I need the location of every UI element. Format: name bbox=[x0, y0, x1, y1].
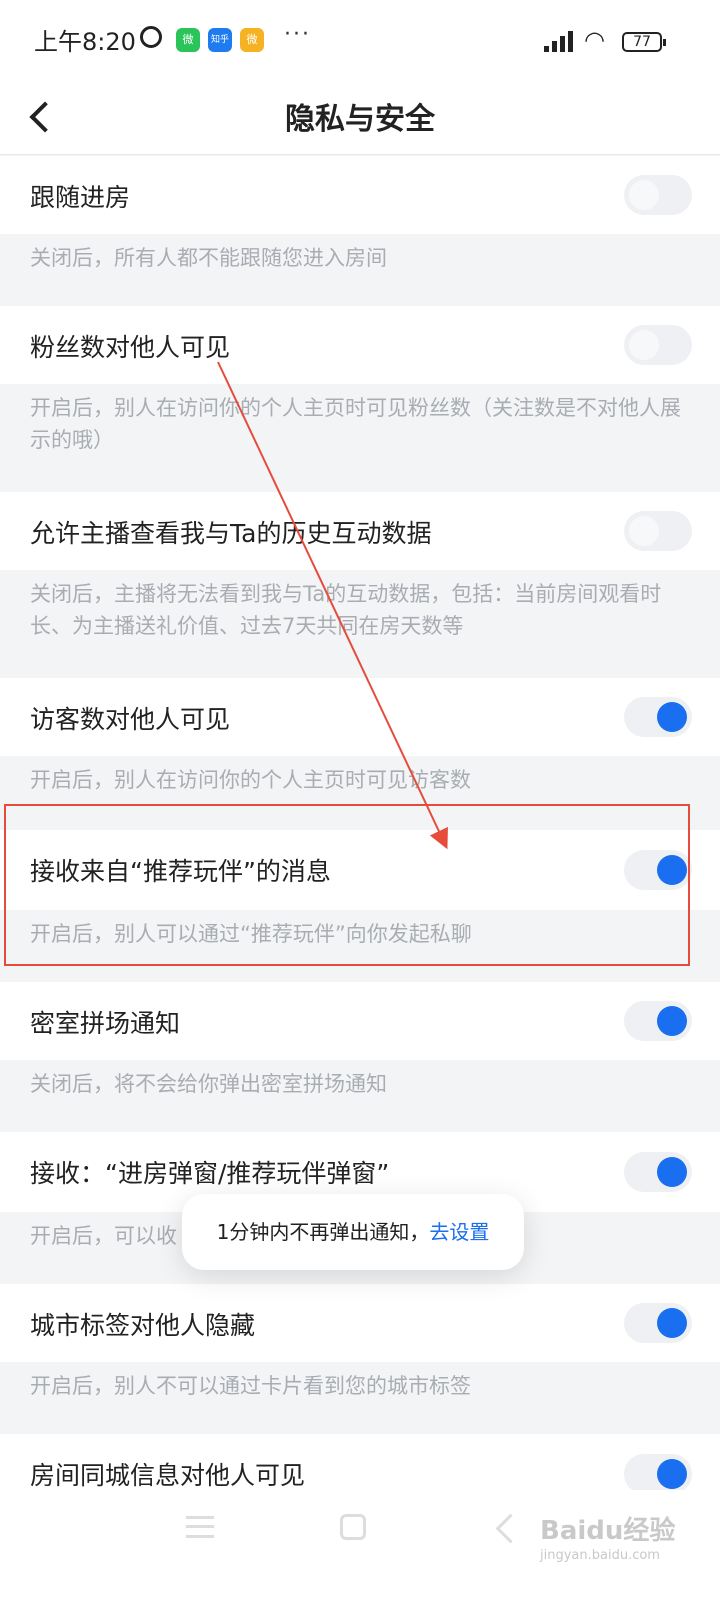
watermark-url: jingyan.baidu.com bbox=[540, 1548, 660, 1563]
watermark-logo: Baidu经验 bbox=[540, 1516, 676, 1546]
nav-back-icon[interactable] bbox=[495, 1513, 526, 1544]
toast-notification: 1分钟内不再弹出通知，去设置 bbox=[182, 1194, 524, 1270]
menu-icon[interactable] bbox=[186, 1516, 214, 1538]
toast-text: 1分钟内不再弹出通知， bbox=[216, 1220, 430, 1244]
toast-settings-link[interactable]: 去设置 bbox=[429, 1220, 489, 1244]
annotation-arrow bbox=[217, 361, 448, 850]
home-icon[interactable] bbox=[340, 1514, 366, 1540]
